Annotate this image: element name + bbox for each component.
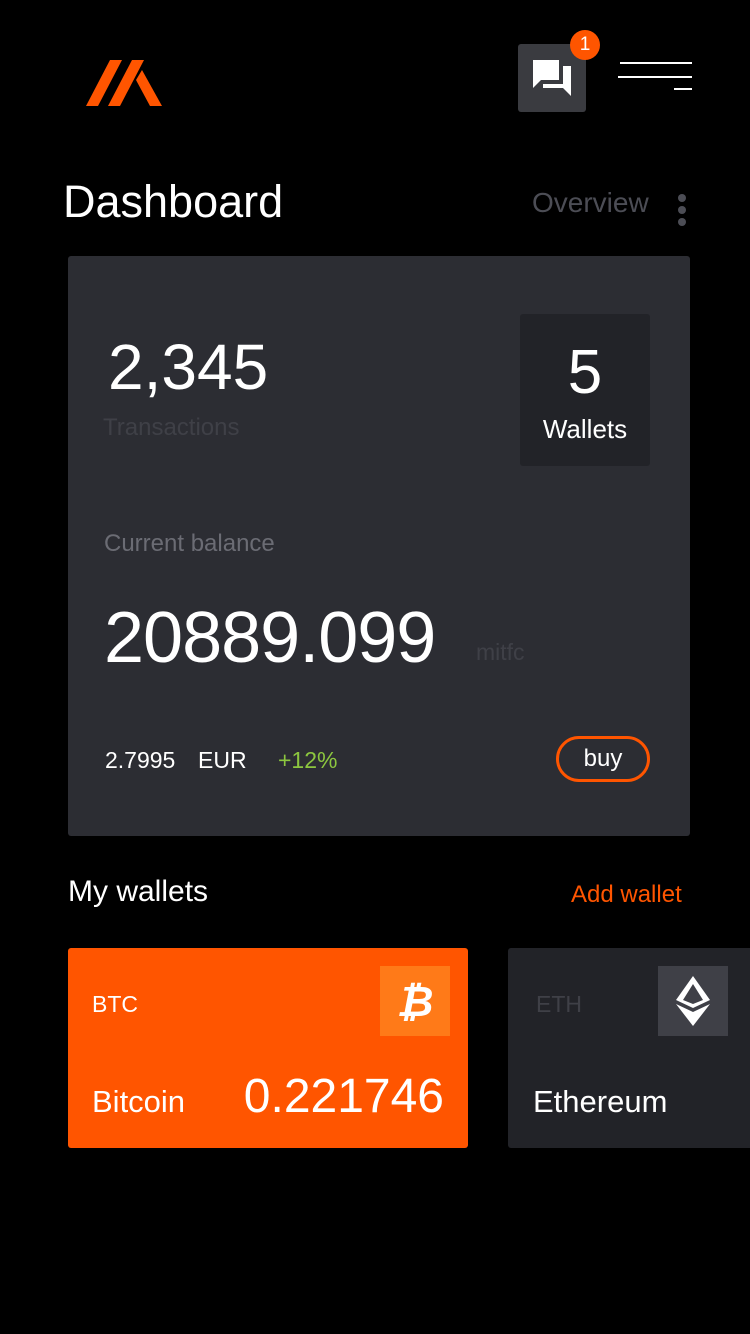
wallets-count: 5	[567, 338, 603, 407]
brand-logo[interactable]	[86, 60, 162, 106]
logo-icon	[86, 60, 162, 106]
wallets-label: Wallets	[542, 414, 628, 444]
more-options-icon[interactable]	[676, 194, 688, 230]
balance-amount: 20889.099	[104, 598, 436, 678]
balance-label: Current balance	[104, 530, 275, 557]
transactions-label: Transactions	[103, 414, 240, 441]
dashboard-summary-card: 2,345 Transactions 5 Wallets Current bal…	[68, 256, 690, 836]
wallet-card-eth[interactable]: ETH Ethereum	[508, 948, 750, 1148]
wallet-amount: 0.221746	[243, 1070, 444, 1123]
menu-button[interactable]	[616, 60, 692, 94]
transactions-count: 2,345	[108, 331, 269, 403]
wallet-card-btc[interactable]: BTC ₿ Bitcoin 0.221746	[68, 948, 468, 1148]
overview-link[interactable]: Overview	[532, 186, 649, 220]
chat-icon	[533, 60, 571, 96]
page-title: Dashboard	[63, 176, 284, 227]
rate-change: +12%	[278, 747, 338, 773]
exchange-rate-currency: EUR	[198, 747, 247, 773]
notification-badge: 1	[570, 30, 600, 60]
wallet-code: BTC	[92, 991, 138, 1017]
svg-text:₿: ₿	[397, 978, 434, 1024]
add-wallet-link[interactable]: Add wallet	[571, 880, 682, 910]
buy-button[interactable]: buy	[556, 736, 650, 782]
menu-line-1	[620, 62, 692, 64]
menu-line-3	[674, 88, 692, 90]
wallets-count-box[interactable]: 5 Wallets	[520, 314, 650, 466]
exchange-rate-value: 2.7995	[105, 747, 176, 773]
menu-line-2	[618, 76, 692, 78]
ethereum-icon	[658, 966, 728, 1036]
wallet-name: Bitcoin	[92, 1084, 186, 1119]
bitcoin-icon: ₿	[380, 966, 450, 1036]
wallet-name: Ethereum	[533, 1084, 668, 1119]
my-wallets-heading: My wallets	[68, 875, 209, 908]
balance-unit: mitfc	[476, 639, 525, 665]
wallet-code: ETH	[536, 991, 582, 1017]
